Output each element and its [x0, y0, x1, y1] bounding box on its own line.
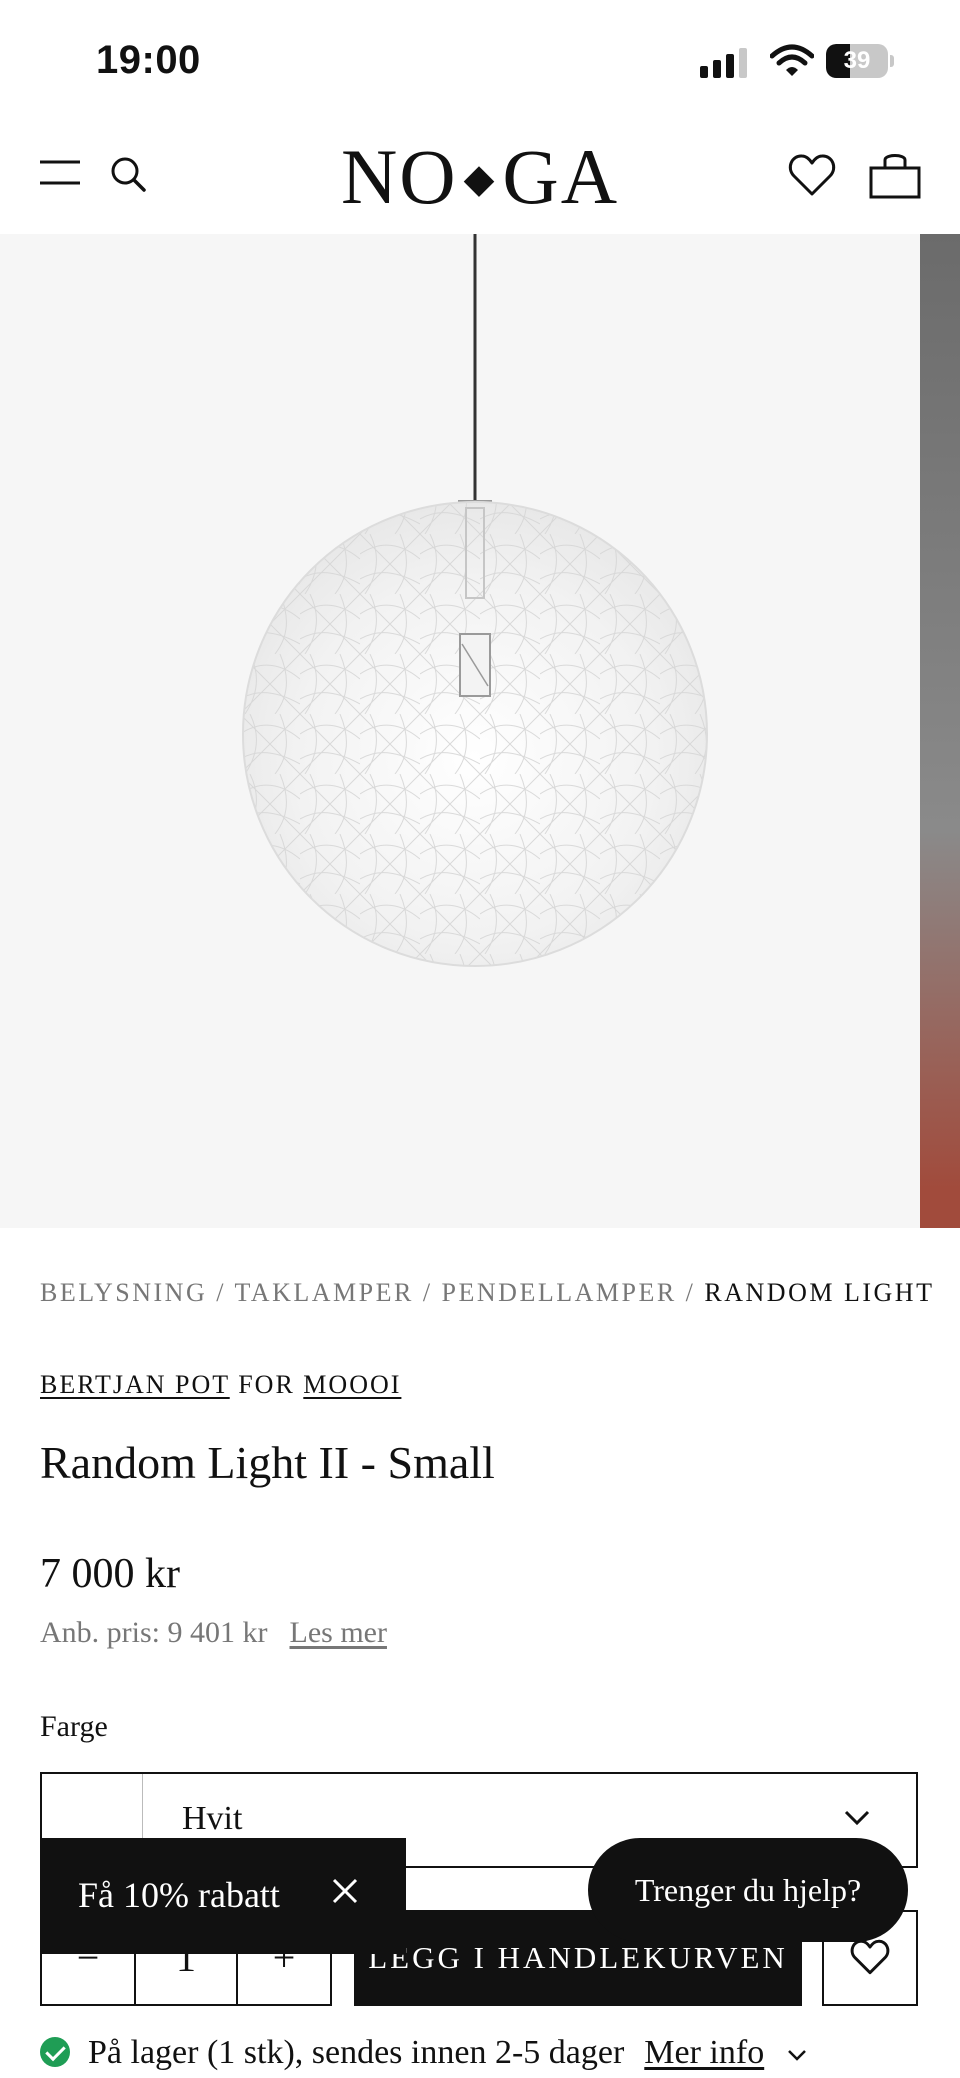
recommended-price: Anb. pris: 9 401 kr Les mer — [40, 1616, 387, 1649]
help-chat-button[interactable]: Trenger du hjelp? — [588, 1838, 908, 1942]
breadcrumb-current: RANDOM LIGHT — [704, 1278, 935, 1307]
chevron-down-icon — [787, 2050, 806, 2061]
more-info-link[interactable]: Mer info — [644, 2034, 764, 2071]
chevron-down-icon — [844, 1810, 870, 1826]
breadcrumb: BELYSNING / TAKLAMPER / PENDELLAMPER / R… — [40, 1278, 935, 1307]
pendant-lamp-image — [242, 234, 708, 967]
product-title: Random Light II - Small — [40, 1437, 495, 1488]
cellular-signal-icon — [700, 48, 747, 78]
product-image[interactable] — [0, 234, 920, 1228]
brand-link[interactable]: MOOOI — [303, 1370, 401, 1399]
shopping-bag-icon[interactable] — [868, 150, 922, 200]
check-circle-icon — [40, 2037, 70, 2068]
wifi-icon — [770, 44, 814, 76]
breadcrumb-item-taklamper[interactable]: TAKLAMPER — [235, 1278, 414, 1307]
color-label: Farge — [40, 1710, 108, 1743]
next-product-image-peek[interactable] — [920, 234, 960, 1228]
read-more-link[interactable]: Les mer — [290, 1616, 387, 1649]
heart-icon — [850, 1939, 890, 1975]
product-image-gallery[interactable] — [0, 234, 960, 1228]
stock-status: På lager (1 stk), sendes innen 2-5 dager… — [40, 2034, 807, 2072]
close-icon[interactable] — [330, 1876, 360, 1906]
discount-text: Få 10% rabatt — [78, 1875, 280, 1915]
breadcrumb-item-belysning[interactable]: BELYSNING — [40, 1278, 207, 1307]
battery-icon: 39 — [826, 44, 894, 78]
heart-wishlist-icon[interactable] — [788, 152, 836, 198]
battery-level: 39 — [843, 47, 871, 74]
discount-popup[interactable]: Få 10% rabatt — [40, 1838, 406, 1954]
product-price: 7 000 kr — [40, 1551, 180, 1597]
designer-brand-line: BERTJAN POT FOR MOOOI — [40, 1370, 402, 1399]
status-time: 19:00 — [96, 38, 201, 82]
designer-link[interactable]: BERTJAN POT — [40, 1370, 230, 1399]
breadcrumb-item-pendellamper[interactable]: PENDELLAMPER — [442, 1278, 677, 1307]
color-select-value: Hvit — [182, 1800, 243, 1837]
